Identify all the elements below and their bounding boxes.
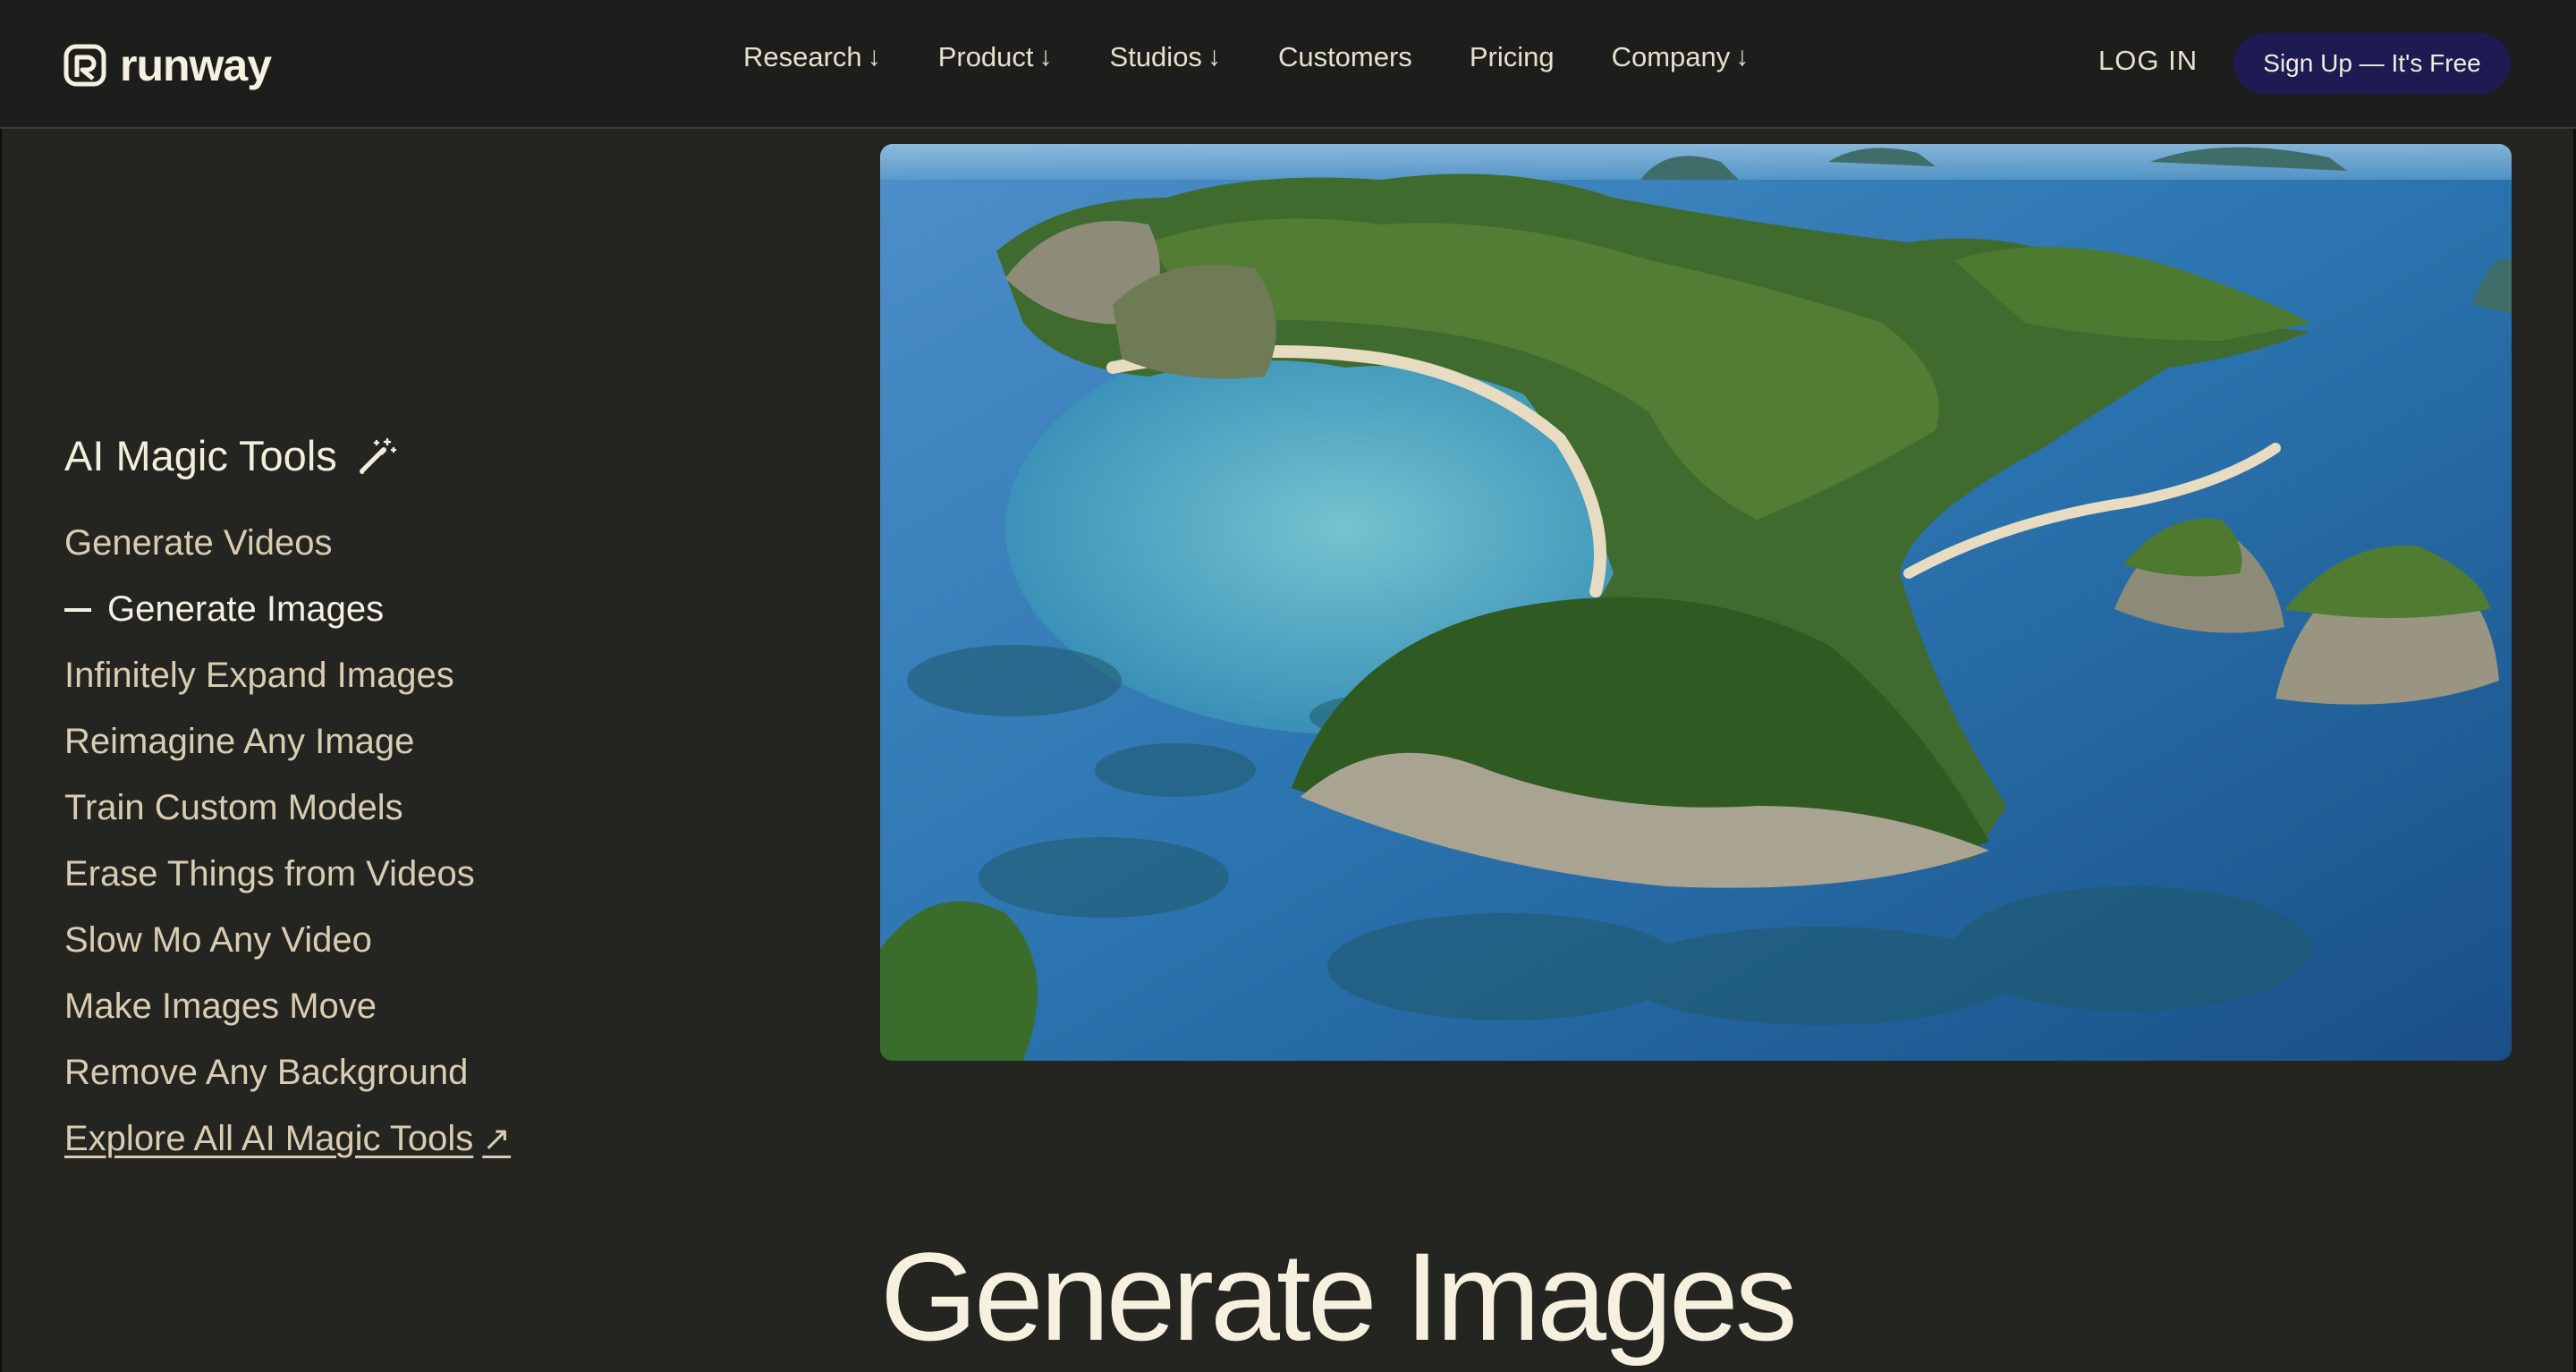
main-nav: Research ↓ Product ↓ Studios ↓ Customers… <box>743 41 1749 73</box>
magic-wand-icon <box>359 437 397 474</box>
nav-pricing-label: Pricing <box>1469 41 1555 72</box>
sidebar-item-reimagine-any-image[interactable]: Reimagine Any Image <box>64 722 414 762</box>
nav-customers-label: Customers <box>1277 41 1412 72</box>
sidebar-item-infinitely-expand-images[interactable]: Infinitely Expand Images <box>64 656 454 696</box>
logo-text: runway <box>120 40 272 90</box>
sidebar-item-generate-videos[interactable]: Generate Videos <box>64 523 332 563</box>
sidebar-item-train-custom-models[interactable]: Train Custom Models <box>64 788 403 828</box>
runway-logo-icon <box>64 44 106 87</box>
site-header: runway Research ↓ Product ↓ Studios ↓ Cu… <box>0 0 2576 129</box>
explore-all-link[interactable]: Explore All AI Magic Tools ↗ <box>64 1119 511 1159</box>
sidebar-item-generate-images[interactable]: Generate Images <box>64 589 384 630</box>
sidebar-item-slow-mo-any-video[interactable]: Slow Mo Any Video <box>64 920 372 961</box>
page-heading: Generate Images <box>880 1226 1798 1367</box>
sidebar-title: AI Magic Tools <box>64 431 398 480</box>
nav-product-label: Product <box>937 41 1034 72</box>
window-border-left <box>0 0 2 1372</box>
nav-studios-label: Studios <box>1109 41 1202 72</box>
arrow-down-icon: ↓ <box>1038 42 1053 72</box>
nav-company[interactable]: Company ↓ <box>1612 41 1750 73</box>
arrow-down-icon: ↓ <box>1207 42 1221 72</box>
nav-pricing[interactable]: Pricing <box>1470 41 1555 73</box>
nav-research-label: Research <box>743 41 862 72</box>
arrow-down-icon: ↓ <box>867 42 881 72</box>
sidebar-item-make-images-move[interactable]: Make Images Move <box>64 987 377 1027</box>
arrow-down-icon: ↓ <box>1735 42 1750 72</box>
nav-customers[interactable]: Customers <box>1278 41 1412 73</box>
nav-product[interactable]: Product ↓ <box>938 41 1053 73</box>
sidebar-item-label: Generate Images <box>107 589 385 629</box>
nav-company-label: Company <box>1611 41 1731 72</box>
nav-studios[interactable]: Studios ↓ <box>1110 41 1221 73</box>
sidebar-item-erase-things-from-videos[interactable]: Erase Things from Videos <box>64 854 475 894</box>
hero-image <box>880 144 2512 1061</box>
explore-all-label: Explore All AI Magic Tools <box>64 1119 474 1158</box>
aerial-islands-illustration <box>880 144 2512 1061</box>
external-arrow-icon: ↗ <box>482 1121 512 1158</box>
active-indicator <box>64 607 91 612</box>
signup-button[interactable]: Sign Up — It's Free <box>2233 33 2511 94</box>
nav-research[interactable]: Research ↓ <box>743 41 881 73</box>
login-button[interactable]: LOG IN <box>2098 45 2198 77</box>
runway-logo[interactable]: runway <box>63 39 272 91</box>
sidebar-title-text: AI Magic Tools <box>64 432 337 479</box>
sidebar-item-remove-any-background[interactable]: Remove Any Background <box>64 1053 468 1093</box>
